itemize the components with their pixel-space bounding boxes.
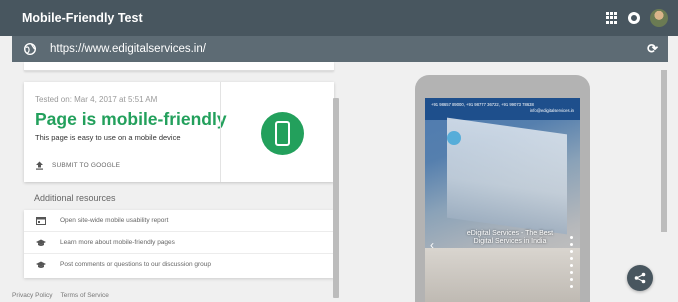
- result-card: Tested on: Mar 4, 2017 at 5:51 AM Page i…: [24, 82, 334, 182]
- results-panel: Tested on: Mar 4, 2017 at 5:51 AM Page i…: [12, 62, 342, 302]
- url-bar: https://www.edigitalservices.in/ ⟳: [12, 36, 668, 62]
- list-item-learn-more[interactable]: Learn more about mobile-friendly pages: [24, 232, 334, 254]
- list-item-usability-report[interactable]: Open site-wide mobile usability report: [24, 210, 334, 232]
- preview-laptop-image: [447, 117, 567, 235]
- phone-preview: +91 98657 89000, +91 98777 36722, +91 99…: [415, 75, 590, 302]
- globe-icon: [24, 43, 36, 55]
- list-item-label: Open site-wide mobile usability report: [60, 217, 169, 224]
- app-header: Mobile-Friendly Test: [0, 0, 678, 36]
- school-icon: [36, 261, 46, 268]
- resources-list: Open site-wide mobile usability report L…: [24, 210, 334, 278]
- app-title: Mobile-Friendly Test: [22, 11, 143, 25]
- preview-caption: eDigital Services - The Best Digital Ser…: [466, 230, 554, 245]
- chevron-left-icon: ‹: [430, 238, 434, 252]
- share-icon: [634, 272, 646, 284]
- mobile-friendly-badge-icon: [261, 112, 304, 155]
- refresh-icon[interactable]: ⟳: [647, 41, 658, 57]
- preview-scrollbar[interactable]: [661, 70, 667, 232]
- notifications-icon[interactable]: [628, 12, 640, 24]
- share-button[interactable]: [627, 265, 653, 291]
- apps-grid-icon[interactable]: [606, 12, 618, 24]
- upload-icon: [36, 161, 43, 170]
- url-text[interactable]: https://www.edigitalservices.in/: [50, 43, 206, 55]
- previous-card-edge: [24, 62, 334, 71]
- rendered-page-screenshot: +91 98657 89000, +91 98777 36722, +91 99…: [425, 98, 580, 302]
- report-icon: [36, 217, 46, 225]
- terms-of-service-link[interactable]: Terms of Service: [60, 292, 108, 299]
- preview-desk-image: [425, 248, 580, 302]
- smartphone-icon: [275, 121, 290, 146]
- preview-logo: [447, 131, 461, 145]
- submit-label: SUBMIT TO GOOGLE: [52, 162, 121, 169]
- privacy-policy-link[interactable]: Privacy Policy: [12, 292, 52, 299]
- tested-timestamp: Tested on: Mar 4, 2017 at 5:51 AM: [35, 95, 158, 104]
- list-item-discussion-group[interactable]: Post comments or questions to our discus…: [24, 254, 334, 276]
- list-item-label: Learn more about mobile-friendly pages: [60, 239, 175, 246]
- card-divider: [220, 82, 221, 182]
- slider-dots: [570, 236, 573, 288]
- result-subtext: This page is easy to use on a mobile dev…: [35, 133, 181, 142]
- resources-title: Additional resources: [34, 193, 116, 203]
- submit-to-google-button[interactable]: SUBMIT TO GOOGLE: [35, 161, 120, 170]
- header-actions: [606, 9, 668, 27]
- avatar[interactable]: [650, 9, 668, 27]
- school-icon: [36, 239, 46, 246]
- footer-links: Privacy Policy Terms of Service: [12, 292, 109, 299]
- preview-panel: +91 98657 89000, +91 98777 36722, +91 99…: [342, 62, 678, 302]
- preview-email: info@edigitalservices.in: [529, 108, 574, 113]
- list-item-label: Post comments or questions to our discus…: [60, 261, 212, 268]
- result-headline: Page is mobile-friendly: [35, 109, 227, 129]
- preview-contact-strip: +91 98657 89000, +91 98777 36722, +91 99…: [425, 98, 580, 120]
- results-scrollbar[interactable]: [333, 98, 339, 298]
